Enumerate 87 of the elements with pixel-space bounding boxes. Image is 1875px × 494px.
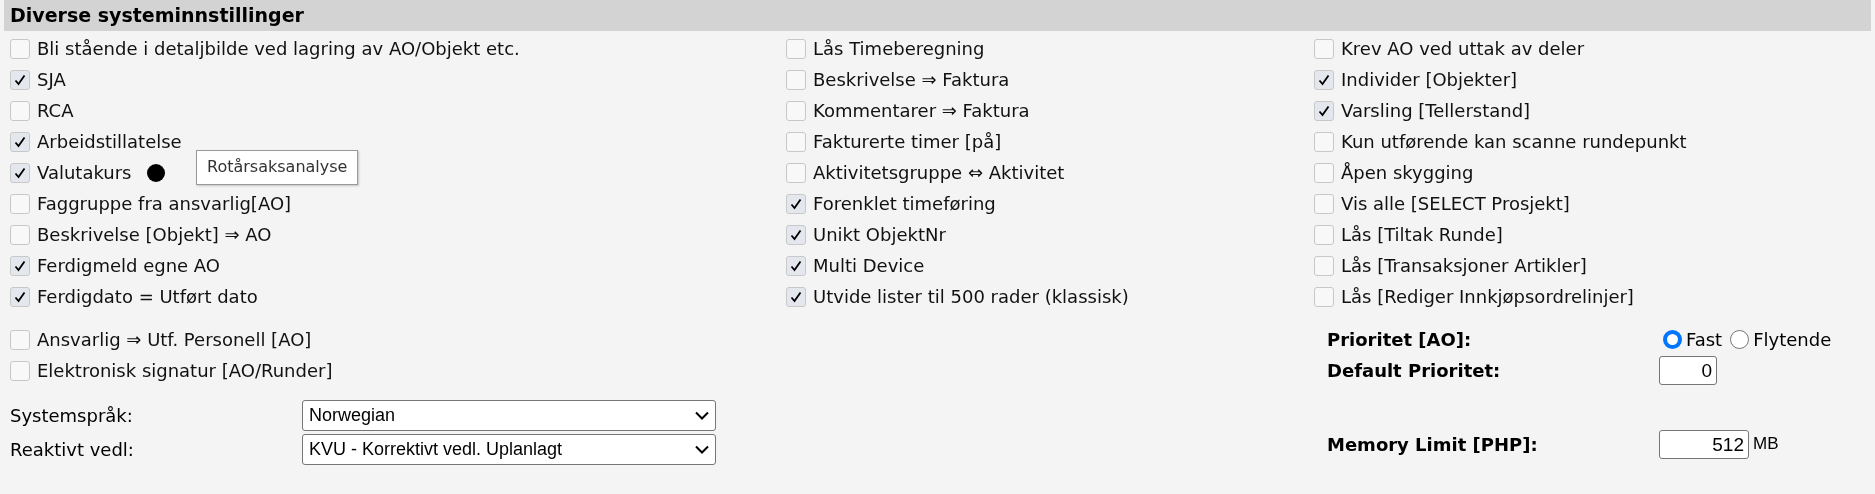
checkbox[interactable]: [10, 162, 30, 183]
checkbox[interactable]: [786, 255, 806, 276]
checkmark-icon: [14, 259, 26, 272]
checkbox[interactable]: [1314, 131, 1334, 152]
checkbox[interactable]: [10, 193, 30, 214]
checkbox-label: Lås [Rediger Innkjøpsordrelinjer]: [1341, 286, 1634, 307]
checkbox-label: Multi Device: [813, 255, 925, 276]
checkbox-label: Aktivitetsgruppe ⇔ Aktivitet: [813, 162, 1065, 183]
checkbox[interactable]: [786, 286, 806, 307]
checkmark-icon: [790, 290, 802, 303]
unit-label: MB: [1753, 434, 1779, 454]
checkbox-label: Kun utførende kan scanne rundepunkt: [1341, 131, 1687, 152]
tooltip: Rotårsaksanalyse: [196, 150, 359, 185]
checkmark-icon: [790, 197, 802, 210]
checkbox[interactable]: [1314, 224, 1334, 245]
checkbox-label: Individer [Objekter]: [1341, 69, 1518, 90]
checkmark-icon: [14, 135, 26, 148]
checkbox-label: Arbeidstillatelse: [37, 131, 182, 152]
checkbox[interactable]: [1314, 193, 1334, 214]
radio-button[interactable]: [1730, 330, 1750, 349]
checkbox[interactable]: [1314, 69, 1334, 90]
field-label: Systemspråk:: [10, 404, 134, 426]
field-label: Prioritet [AO]:: [1327, 329, 1473, 350]
dropdown[interactable]: KVU - Korrektivt vedl. Uplanlagt: [302, 433, 716, 465]
checkbox[interactable]: [786, 224, 806, 245]
checkbox-label: Vis alle [SELECT Prosjekt]: [1341, 193, 1570, 214]
checkbox-label: Lås Timeberegning: [813, 38, 985, 59]
checkbox-label: Lås [Tiltak Runde]: [1341, 224, 1503, 245]
checkbox[interactable]: [1314, 162, 1334, 183]
checkmark-icon: [14, 166, 26, 179]
checkmark-icon: [14, 290, 26, 303]
checkbox-label: Elektronisk signatur [AO/Runder]: [37, 360, 333, 381]
checkmark-icon: [14, 73, 26, 86]
checkbox-label: Faggruppe fra ansvarlig[AO]: [37, 193, 292, 214]
radio-button[interactable]: [1663, 330, 1682, 349]
checkbox[interactable]: [10, 255, 30, 276]
checkbox-label: RCA: [37, 100, 74, 121]
checkbox-label: Krev AO ved uttak av deler: [1341, 38, 1585, 59]
checkbox[interactable]: [786, 100, 806, 121]
checkbox[interactable]: [786, 38, 806, 59]
checkbox[interactable]: [786, 69, 806, 90]
number-field[interactable]: 0: [1659, 356, 1717, 385]
checkmark-icon: [790, 259, 802, 272]
checkbox-label: Åpen skygging: [1341, 162, 1474, 183]
section-header: Diverse systeminnstillinger: [4, 0, 1871, 31]
checkbox[interactable]: [10, 286, 30, 307]
chevron-down-icon: [695, 410, 709, 420]
checkbox-label: Ferdigmeld egne AO: [37, 255, 220, 276]
checkbox-label: Valutakurs: [37, 162, 132, 183]
radio-label: Flytende: [1753, 329, 1832, 350]
checkmark-icon: [1318, 73, 1330, 86]
checkbox-label: Beskrivelse ⇒ Faktura: [813, 69, 1010, 90]
field-label: Default Prioritet:: [1327, 360, 1502, 381]
checkbox[interactable]: [10, 69, 30, 90]
checkbox-label: Unikt ObjektNr: [813, 224, 946, 245]
checkbox[interactable]: [786, 131, 806, 152]
chevron-down-icon: [695, 444, 709, 454]
checkbox[interactable]: [1314, 255, 1334, 276]
checkbox[interactable]: [10, 224, 30, 245]
checkbox[interactable]: [786, 193, 806, 214]
checkbox[interactable]: [1314, 38, 1334, 59]
checkmark-icon: [1318, 104, 1330, 117]
checkbox-label: Beskrivelse [Objekt] ⇒ AO: [37, 224, 272, 245]
checkbox[interactable]: [10, 38, 30, 59]
checkbox[interactable]: [10, 131, 30, 152]
checkbox[interactable]: [786, 162, 806, 183]
number-field[interactable]: 512: [1659, 429, 1749, 459]
checkbox[interactable]: [10, 360, 30, 381]
checkbox[interactable]: [1314, 286, 1334, 307]
field-label: Reaktivt vedl:: [10, 438, 135, 460]
checkbox-label: Kommentarer ⇒ Faktura: [813, 100, 1030, 121]
checkbox-label: Lås [Transaksjoner Artikler]: [1341, 255, 1587, 276]
checkbox-label: Varsling [Tellerstand]: [1341, 100, 1531, 121]
checkbox-label: SJA: [37, 69, 66, 90]
checkbox-label: Fakturerte timer [på]: [813, 131, 1002, 152]
checkbox-label: Utvide lister til 500 rader (klassisk): [813, 286, 1129, 307]
checkbox-label: Ferdigdato = Utført dato: [37, 286, 258, 307]
dropdown[interactable]: Norwegian: [302, 399, 716, 431]
checkbox-label: Bli stående i detaljbilde ved lagring av AO/Objekt etc.: [37, 38, 520, 59]
checkmark-icon: [790, 228, 802, 241]
checkbox[interactable]: [1314, 100, 1334, 121]
checkbox-label: Forenklet timeføring: [813, 193, 996, 214]
checkbox[interactable]: [10, 100, 30, 121]
radio-label: Fast: [1686, 329, 1723, 350]
field-label: Memory Limit [PHP]:: [1327, 433, 1539, 455]
checkbox-label: Ansvarlig ⇒ Utf. Personell [AO]: [37, 329, 312, 350]
checkbox[interactable]: [10, 329, 30, 350]
